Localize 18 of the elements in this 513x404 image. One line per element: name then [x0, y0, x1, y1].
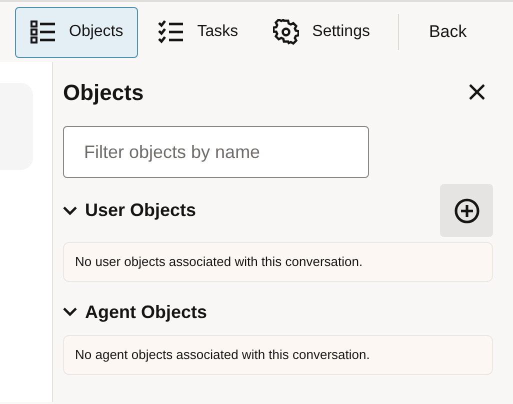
- filter-field[interactable]: Filter objects by name: [63, 126, 369, 178]
- list-icon: [30, 20, 56, 44]
- section-toggle[interactable]: User Objects: [63, 197, 196, 224]
- panel-title: Objects: [63, 78, 144, 107]
- back-button[interactable]: Back: [398, 6, 497, 58]
- add-button[interactable]: [440, 184, 493, 237]
- empty-message: No user objects associated with this conversation.: [63, 242, 493, 282]
- checklist-icon: [158, 20, 184, 44]
- plus-circle-icon: [454, 198, 480, 224]
- empty-message: No agent objects associated with this conversation.: [63, 335, 493, 375]
- toolbar-tab[interactable]: Objects: [15, 6, 138, 58]
- gear-icon: [273, 19, 300, 45]
- close-icon[interactable]: [467, 82, 487, 102]
- toolbar-tab[interactable]: Settings: [258, 6, 385, 58]
- chevron-icon: [63, 307, 77, 317]
- section-toggle[interactable]: Agent Objects: [63, 298, 208, 326]
- chevron-icon: [63, 206, 77, 216]
- toolbar-tab[interactable]: Tasks: [143, 6, 254, 58]
